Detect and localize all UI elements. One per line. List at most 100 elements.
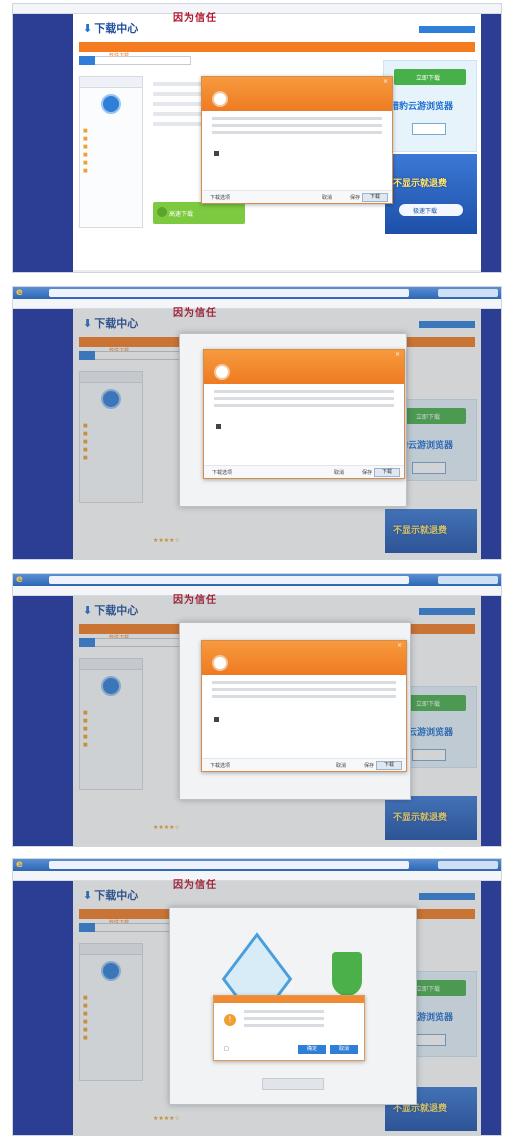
- browser-command-bar: [13, 299, 501, 309]
- download-arrow-icon: [157, 207, 167, 217]
- ok-button[interactable]: 确定: [298, 1045, 326, 1054]
- save-button[interactable]: 保存: [350, 194, 360, 201]
- dialog-header: ×: [202, 77, 392, 111]
- cancel-button[interactable]: 取消: [330, 1045, 358, 1054]
- checkbox[interactable]: [216, 424, 221, 429]
- screenshot-panel-2: e ⬇下载中心 因为信任 首页软件下载 ★★★★☆: [12, 286, 502, 560]
- dialog-body: [212, 117, 382, 138]
- cancel-button[interactable]: 取消: [322, 194, 332, 201]
- screenshot-panel-3: e ⬇下载中心 因为信任 首页软件下载 ★★★★☆: [12, 573, 502, 847]
- app-globe-icon: [212, 91, 228, 107]
- list-item[interactable]: [80, 127, 142, 135]
- address-bar[interactable]: [49, 576, 409, 584]
- download-button[interactable]: 下载: [374, 468, 400, 477]
- ad-title: 猎豹云游浏览器: [390, 102, 454, 112]
- list-item[interactable]: [80, 159, 142, 167]
- download-options-button[interactable]: 下载选项: [210, 762, 230, 769]
- sidebar-app-name[interactable]: [80, 116, 142, 122]
- login-box[interactable]: [419, 26, 475, 33]
- promo-banner-ad[interactable]: 不显示就退费 极速下载: [385, 154, 477, 234]
- ad-logo: [412, 123, 446, 135]
- warning-icon: !: [224, 1014, 236, 1026]
- download-dialog: × 下载选项 取消 保存 下载: [201, 640, 407, 772]
- confirm-dialog: ! □ 确定 取消: [213, 995, 365, 1061]
- dialog-header: ×: [202, 641, 406, 675]
- dialog-header: ×: [204, 350, 404, 384]
- ie-logo-icon: e: [16, 287, 23, 298]
- dialog-body: [214, 390, 394, 411]
- main-navbar: 首页软件下载游戏手机教程: [79, 42, 475, 59]
- address-bar[interactable]: [49, 289, 409, 297]
- sidebar: [79, 76, 143, 228]
- search-input[interactable]: [79, 56, 191, 65]
- site-logo[interactable]: ⬇ 下载中心: [83, 20, 138, 36]
- download-arrow-icon: ⬇: [83, 22, 93, 35]
- browser-command-bar: [13, 4, 501, 14]
- screenshot-panel-1: ⬇下载中心 因为信任 首页软件下载游戏手机教程: [12, 3, 502, 273]
- shield-icon: [332, 952, 362, 996]
- desktop-left-band: [13, 309, 73, 559]
- list-item[interactable]: [80, 135, 142, 143]
- list-item[interactable]: [80, 143, 142, 151]
- download-site: ⬇下载中心 因为信任 首页软件下载 ★★★★☆ 立即下载 猎豹云游浏览器: [73, 881, 481, 1135]
- desktop-left-band: [13, 881, 73, 1135]
- confirm-header: [214, 996, 364, 1003]
- dialog-footer: 下载选项 取消 保存 下载: [202, 190, 392, 203]
- browser-command-bar: [13, 871, 501, 881]
- promo-banner-text: 不显示就退费: [393, 179, 448, 189]
- window-controls[interactable]: [438, 861, 498, 869]
- sidebar-title: [80, 77, 142, 88]
- ad-download-button[interactable]: 立即下载: [394, 69, 466, 85]
- checkbox[interactable]: [214, 717, 219, 722]
- save-path-row[interactable]: [212, 717, 396, 723]
- high-speed-download-button[interactable]: 高速下载: [153, 202, 245, 224]
- promo-download-button[interactable]: 极速下载: [399, 204, 463, 216]
- close-icon[interactable]: ×: [397, 642, 402, 649]
- download-options-button[interactable]: 下载选项: [212, 469, 232, 476]
- list-item[interactable]: [80, 167, 142, 175]
- progress-button[interactable]: [262, 1078, 324, 1090]
- search-button[interactable]: [79, 56, 95, 65]
- save-path-row[interactable]: [212, 151, 382, 157]
- dialog-body: [212, 681, 396, 702]
- download-site: ⬇下载中心 因为信任 首页软件下载游戏手机教程: [73, 14, 481, 270]
- close-icon[interactable]: ×: [383, 78, 388, 85]
- desktop-right-band: [481, 596, 501, 846]
- window-controls[interactable]: [438, 576, 498, 584]
- desktop-left-band: [13, 596, 73, 846]
- browser-command-bar: [13, 586, 501, 596]
- desktop-right-band: [481, 881, 501, 1135]
- download-button-label: 高速下载: [169, 211, 194, 218]
- dialog-footer: 下载选项 取消 保存 下载: [202, 758, 406, 771]
- promo-ad[interactable]: 立即下载 猎豹云游浏览器: [383, 60, 477, 152]
- ie-logo-icon: e: [16, 859, 23, 870]
- ie-logo-icon: e: [16, 574, 23, 585]
- desktop-right-band: [481, 309, 501, 559]
- app-globe-icon: [212, 655, 228, 671]
- confirm-message: [244, 1010, 324, 1031]
- window-controls[interactable]: [438, 289, 498, 297]
- download-options-button[interactable]: 下载选项: [210, 194, 230, 201]
- save-path-row[interactable]: [214, 424, 394, 430]
- save-button[interactable]: 保存: [364, 762, 374, 769]
- download-button[interactable]: 下载: [376, 761, 402, 770]
- close-icon[interactable]: ×: [395, 351, 400, 358]
- app-globe-icon: [214, 364, 230, 380]
- download-button[interactable]: 下载: [362, 193, 388, 202]
- desktop-left-band: [13, 4, 73, 272]
- cancel-button[interactable]: 取消: [334, 469, 344, 476]
- dont-ask-checkbox[interactable]: □: [224, 1046, 229, 1052]
- checkbox[interactable]: [214, 151, 219, 156]
- download-dialog: × 下载选项 取消 保存 下载: [203, 349, 405, 479]
- list-item[interactable]: [80, 151, 142, 159]
- cancel-button[interactable]: 取消: [336, 762, 346, 769]
- screenshot-panel-4: e ⬇下载中心 因为信任 首页软件下载 ★★★★☆: [12, 858, 502, 1136]
- app-globe-icon: [101, 94, 121, 114]
- address-bar[interactable]: [49, 861, 409, 869]
- download-site: ⬇下载中心 因为信任 首页软件下载 ★★★★☆ 立即下载 猎豹云游浏览器: [73, 596, 481, 846]
- browser-titlebar: e: [13, 859, 501, 871]
- browser-titlebar: e: [13, 287, 501, 299]
- download-site: ⬇下载中心 因为信任 首页软件下载 ★★★★☆ 立即下载 猎豹云游浏览器: [73, 309, 481, 559]
- browser-titlebar: e: [13, 574, 501, 586]
- save-button[interactable]: 保存: [362, 469, 372, 476]
